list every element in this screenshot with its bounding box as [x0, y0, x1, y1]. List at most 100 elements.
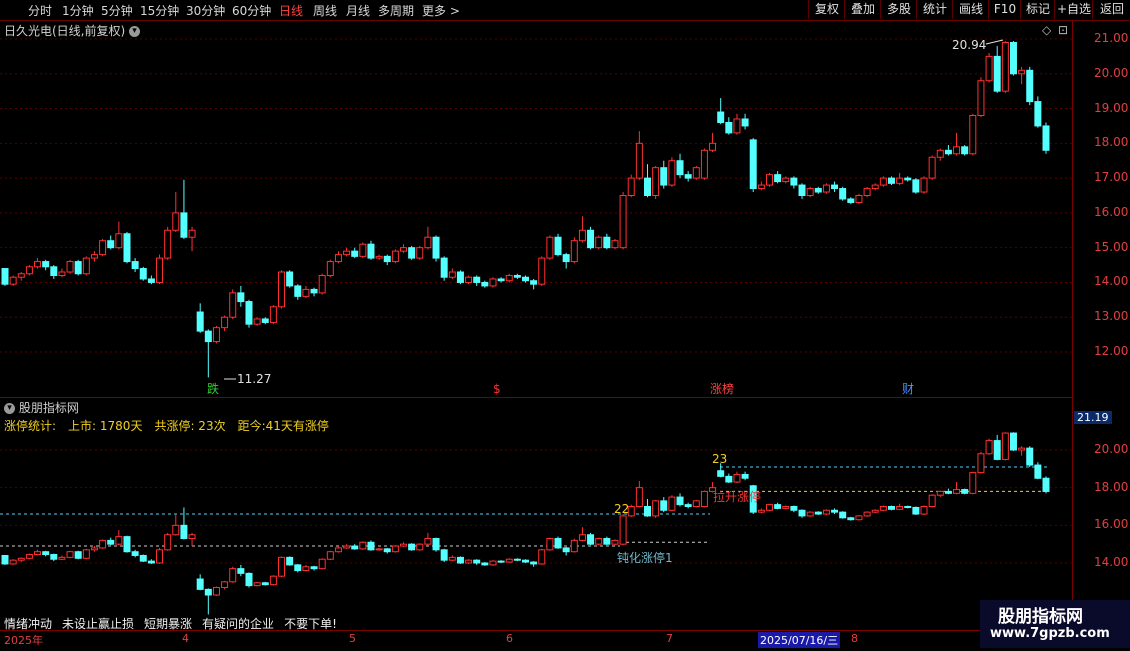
sub-candle-body [920, 506, 928, 515]
sub-chart-title[interactable]: ▾ 股朋指标网 [4, 399, 79, 416]
candle-body [383, 255, 391, 263]
sub-candle-body [985, 440, 993, 455]
candle-body [1026, 69, 1034, 103]
price-tick-label: 15.00 [1094, 239, 1129, 254]
sub-price-tick-label: 18.00 [1094, 479, 1129, 494]
candle-body [806, 188, 814, 197]
candle-body [611, 240, 619, 249]
candle-body [749, 139, 757, 190]
sub-candle-body [261, 582, 269, 586]
sub-candle-body [9, 559, 17, 565]
crosshair-date: 2025/07/16/三 [758, 632, 841, 648]
candle-body [131, 261, 139, 270]
price-tick-label: 16.00 [1094, 204, 1129, 219]
sub-candle-body [928, 494, 936, 508]
sub-candle-body [343, 545, 351, 549]
candle-body [221, 316, 229, 329]
sub-candle-body [896, 506, 904, 510]
candle-body [391, 250, 399, 263]
sub-candle-body [904, 506, 912, 508]
sub-candle-body [400, 543, 408, 547]
date-axis: 2025年 4 5 6 7 2025/07/16/三 8 [0, 630, 1130, 651]
candle-body [660, 167, 668, 186]
sub-candle-body [611, 539, 619, 545]
candle-body [1042, 125, 1050, 151]
sub-candle-body [180, 524, 188, 540]
sub-candle-body [953, 489, 961, 494]
candle-body [676, 160, 684, 176]
stats-label: 涨停统计: [4, 419, 57, 433]
sub-candle-body [587, 534, 595, 545]
candle-body [253, 318, 261, 325]
candle-body [359, 243, 367, 257]
candle-body [652, 167, 660, 197]
limit-up-stats: 涨停统计: 上市: 1780天 共涨停: 23次 距今:41天有涨停 [4, 417, 341, 434]
watermark-logo: 股朋指标网 www.7gpzb.com [980, 600, 1130, 648]
sub-candle-body [505, 558, 513, 563]
chevron-down-icon[interactable]: ▾ [4, 403, 15, 414]
candle-body [66, 261, 74, 273]
sub-candle-body [879, 506, 887, 511]
candle-body [668, 160, 676, 186]
sub-candle-body [473, 559, 481, 564]
candle-body [74, 261, 82, 275]
candle-body [985, 55, 993, 82]
stats-listed: 上市: 1780天 [68, 419, 143, 433]
candle-body [237, 292, 245, 303]
sub-candle-body [156, 549, 164, 564]
candle-body [513, 274, 521, 278]
price-tick-label: 20.00 [1094, 65, 1129, 80]
sub-candle-body [278, 556, 286, 577]
sub-candle-body [74, 551, 82, 559]
sub-candle-body [229, 568, 237, 583]
kline-chart[interactable]: 20.94 11.27 跌 $ 涨榜 财 22 23 拉升涨停钝化涨停1 [0, 0, 1072, 630]
candle-body [34, 261, 42, 268]
candle-body [310, 288, 318, 294]
annotation-lashen: 拉升涨停 [713, 489, 761, 504]
x-label-month: 8 [851, 632, 858, 645]
event-marker: 跌 [207, 381, 219, 396]
sub-candle-body [839, 511, 847, 519]
candle-body [928, 156, 936, 179]
candle-body [408, 247, 416, 259]
candle-body [9, 276, 17, 285]
high-price-label: 20.94 [952, 38, 986, 52]
sub-candle-body [562, 547, 570, 553]
candle-body [570, 240, 578, 263]
sub-candle-body [538, 549, 546, 565]
candle-body [50, 266, 58, 276]
sub-candle-body [131, 551, 139, 556]
candle-body [709, 142, 717, 151]
sub-candle-body [863, 511, 871, 517]
sub-candle-body [961, 489, 969, 494]
sub-candle-body [546, 538, 554, 551]
price-tick-label: 14.00 [1094, 274, 1129, 289]
candle-body [595, 236, 603, 249]
sub-candle-body [58, 556, 66, 560]
sub-candle-body [936, 490, 944, 496]
sub-candle-body [172, 524, 180, 536]
candle-body [505, 274, 513, 282]
watermark-url: www.7gpzb.com [990, 626, 1110, 641]
sub-candle-body [513, 558, 521, 561]
candle-body [578, 229, 586, 242]
sub-candle-body [391, 545, 399, 553]
sub-candle-body [741, 473, 749, 479]
sub-price-tick-label: 14.00 [1094, 555, 1129, 569]
sub-candle-body [107, 539, 115, 545]
sub-candle-body [1001, 432, 1009, 460]
event-marker: 财 [902, 382, 914, 396]
candle-body [554, 236, 562, 256]
candle-body [204, 330, 212, 343]
candle-body [692, 167, 700, 179]
sub-candle-body [887, 506, 895, 510]
annotation-duanhua: 钝化涨停1 [617, 550, 673, 565]
toolbar-button[interactable]: 返回 [1092, 0, 1130, 19]
candle-body [961, 146, 969, 155]
sub-candle-body [871, 509, 879, 513]
sub-candle-body [847, 517, 855, 521]
sub-candle-body [652, 500, 660, 517]
sub-candle-body [725, 475, 733, 483]
candle-body [42, 261, 50, 268]
sub-candle-body [448, 556, 456, 561]
